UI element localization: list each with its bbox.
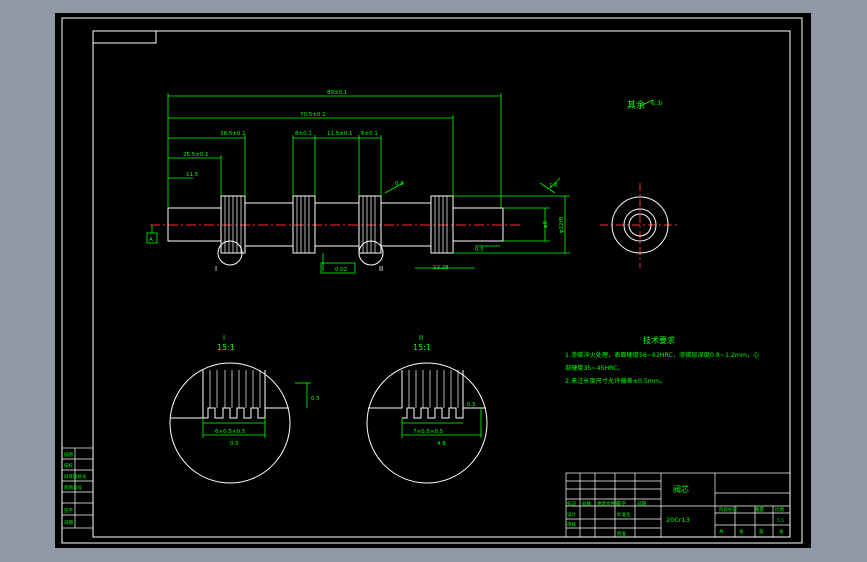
section-label-i: I	[215, 265, 217, 273]
detail-i-scale: 15:1	[217, 343, 235, 352]
tb-sheet-no: 第	[759, 528, 764, 535]
detail-ii-label: II	[419, 334, 423, 342]
dim-end-dia: φ8	[543, 220, 549, 228]
dim-callout: 0.8	[395, 181, 404, 187]
material: 20Cr13	[666, 516, 690, 524]
dim-groove-1: 8±0.1	[295, 131, 312, 137]
surface-note: 其余	[627, 99, 645, 111]
corner-tag-box	[92, 30, 157, 44]
detail-i-dim-a: 6×0.5×0.5	[215, 429, 246, 435]
datum-label: A	[149, 237, 153, 243]
detail-ii-dim-a: 7×0.5×0.5	[413, 429, 444, 435]
dim-diameter: φ12f8	[559, 216, 565, 233]
left-cell-1: 描校	[64, 462, 73, 469]
tb-design: 设计	[567, 511, 576, 518]
end-view	[600, 183, 680, 268]
detail-view-ii: II 15:1 7×0.5×0.5 4.8 0.5	[366, 334, 488, 484]
dim-groove-3: 6±0.1	[361, 131, 378, 137]
dim-right-end: 1.6	[549, 183, 558, 189]
outer-frame	[61, 17, 803, 544]
left-cell-0: 描图	[64, 451, 73, 458]
tb-sign: 签字	[617, 500, 626, 507]
detail-i-dim-b: 0.5	[230, 441, 239, 447]
tb-sheet-unit-1: 张	[739, 528, 744, 535]
tb-weight: 重量	[755, 506, 764, 513]
tb-review: 审核	[567, 521, 576, 528]
tb-stage: 阶段标记	[719, 506, 737, 513]
detail-ii-scale: 15:1	[413, 343, 431, 352]
dim-tolerance: 0.02	[335, 267, 347, 273]
tb-mark: 标记	[567, 500, 576, 507]
tb-date: 日期	[637, 501, 646, 507]
tb-sheet-unit-2: 张	[779, 528, 784, 535]
drawing-canvas: 89±0.1 70.5±0.1 38.5±0.1 25.5±0.1 11.5 8…	[55, 13, 811, 548]
detail-i-label: I	[223, 334, 225, 342]
left-cell-2: 旧底图总号	[64, 473, 87, 480]
tech-requirements: 技术要求 1.渗碳淬火处理，表面硬度56~62HRC，渗碳层深度0.8~1.2m…	[565, 335, 759, 385]
dim-length-4: 25.5±0.1	[183, 152, 209, 158]
tb-scale-label: 比例	[775, 506, 784, 513]
surface-symbol: 6.3/	[651, 100, 664, 107]
tech-item-2: 部硬度35~45HRC。	[565, 364, 624, 372]
dim-runout: 12.28	[433, 265, 449, 271]
tb-sheet-total: 共	[719, 528, 724, 535]
tb-approve: 批准	[617, 530, 626, 537]
dim-overall: 89±0.1	[327, 90, 347, 96]
inner-frame	[92, 30, 791, 538]
detail-i-dim-c: 0.5	[311, 396, 320, 402]
shaft-view	[150, 195, 523, 266]
left-cell-4: 签字	[64, 507, 73, 514]
dim-length-2: 70.5±0.1	[300, 112, 326, 118]
detail-ii-dim-c: 0.5	[467, 402, 476, 408]
tb-scale-value: 5:1	[777, 518, 784, 524]
tech-title: 技术要求	[643, 335, 675, 345]
dim-chamfer: 0.5	[475, 247, 484, 253]
tech-item-1: 1.渗碳淬火处理，表面硬度56~62HRC，渗碳层深度0.8~1.2mm，心	[565, 351, 759, 359]
left-cell-5: 日期	[64, 520, 73, 526]
left-cell-3: 底图总号	[64, 484, 82, 491]
detail-view-i: I 15:1 6×0.5×0.5 0.5 0.5	[169, 334, 320, 484]
tech-item-3: 2.未注长度尺寸允许偏差±0.5mm。	[565, 377, 666, 385]
dim-groove-2: 11.5±0.1	[327, 131, 353, 137]
detail-ii-dim-b: 4.8	[437, 441, 446, 447]
section-label-ii: II	[379, 265, 383, 273]
tb-count: 处数	[582, 500, 591, 507]
dim-length-3: 38.5±0.1	[220, 131, 246, 137]
tb-standard: 标准化	[617, 511, 631, 518]
part-name: 阀芯	[673, 484, 689, 494]
dim-length-5: 11.5	[186, 172, 199, 178]
